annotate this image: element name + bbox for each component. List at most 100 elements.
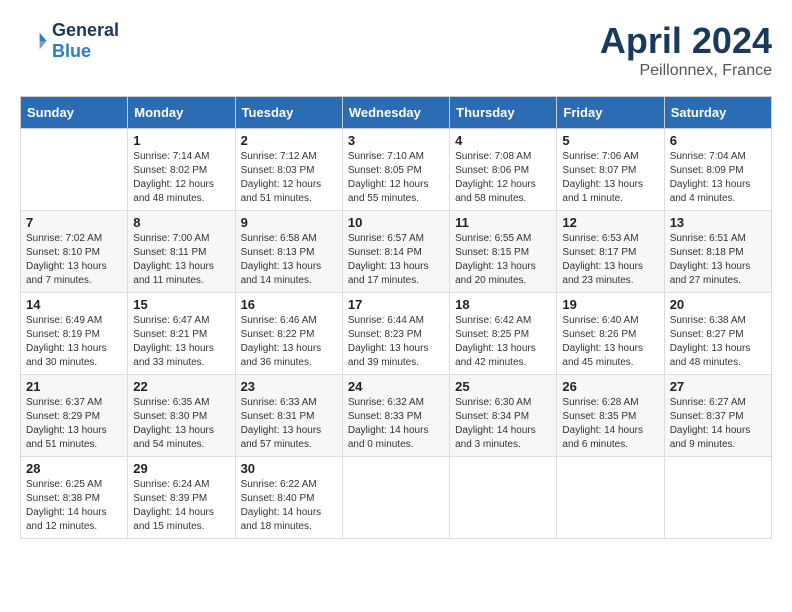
table-row bbox=[21, 129, 128, 211]
day-info: Sunrise: 6:25 AMSunset: 8:38 PMDaylight:… bbox=[26, 478, 122, 534]
day-info: Sunrise: 6:47 AMSunset: 8:21 PMDaylight:… bbox=[133, 314, 229, 370]
day-number: 10 bbox=[348, 215, 444, 230]
day-info: Sunrise: 6:42 AMSunset: 8:25 PMDaylight:… bbox=[455, 314, 551, 370]
table-row: 29 Sunrise: 6:24 AMSunset: 8:39 PMDayligh… bbox=[128, 457, 235, 539]
table-row: 25Sunrise: 6:30 AMSunset: 8:34 PMDayligh… bbox=[450, 375, 557, 457]
col-monday: Monday bbox=[128, 97, 235, 129]
table-row: 18 Sunrise: 6:42 AMSunset: 8:25 PMDayligh… bbox=[450, 293, 557, 375]
col-thursday: Thursday bbox=[450, 97, 557, 129]
day-number: 8 bbox=[133, 215, 229, 230]
day-number: 30 bbox=[241, 461, 337, 476]
table-row: 22 Sunrise: 6:35 AMSunset: 8:30 PMDayligh… bbox=[128, 375, 235, 457]
table-row: 20 Sunrise: 6:38 AMSunset: 8:27 PMDayligh… bbox=[664, 293, 771, 375]
day-number: 14 bbox=[26, 297, 122, 312]
day-number: 13 bbox=[670, 215, 766, 230]
calendar-week-row: 28 Sunrise: 6:25 AMSunset: 8:38 PMDayligh… bbox=[21, 457, 772, 539]
day-number: 20 bbox=[670, 297, 766, 312]
day-info: Sunrise: 6:24 AMSunset: 8:39 PMDaylight:… bbox=[133, 478, 229, 534]
day-number: 18 bbox=[455, 297, 551, 312]
day-info: Sunrise: 7:06 AMSunset: 8:07 PMDaylight:… bbox=[562, 150, 658, 206]
day-number: 19 bbox=[562, 297, 658, 312]
title-section: April 2024 Peillonnex, France bbox=[600, 20, 772, 80]
table-row: 5Sunrise: 7:06 AMSunset: 8:07 PMDaylight… bbox=[557, 129, 664, 211]
day-info: Sunrise: 6:49 AMSunset: 8:19 PMDaylight:… bbox=[26, 314, 122, 370]
day-number: 1 bbox=[133, 133, 229, 148]
table-row: 13Sunrise: 6:51 AMSunset: 8:18 PMDayligh… bbox=[664, 211, 771, 293]
table-row: 16 Sunrise: 6:46 AMSunset: 8:22 PMDayligh… bbox=[235, 293, 342, 375]
table-row: 10 Sunrise: 6:57 AMSunset: 8:14 PMDayligh… bbox=[342, 211, 449, 293]
table-row: 1 Sunrise: 7:14 AMSunset: 8:02 PMDaylight… bbox=[128, 129, 235, 211]
table-row: 23Sunrise: 6:33 AMSunset: 8:31 PMDayligh… bbox=[235, 375, 342, 457]
logo-text-blue: Blue bbox=[52, 41, 119, 62]
day-number: 12 bbox=[562, 215, 658, 230]
table-row: 28 Sunrise: 6:25 AMSunset: 8:38 PMDayligh… bbox=[21, 457, 128, 539]
day-info: Sunrise: 6:44 AMSunset: 8:23 PMDaylight:… bbox=[348, 314, 444, 370]
table-row: 19 Sunrise: 6:40 AMSunset: 8:26 PMDayligh… bbox=[557, 293, 664, 375]
day-info: Sunrise: 6:40 AMSunset: 8:26 PMDaylight:… bbox=[562, 314, 658, 370]
day-info: Sunrise: 6:53 AMSunset: 8:17 PMDaylight:… bbox=[562, 232, 658, 288]
table-row: 4Sunrise: 7:08 AMSunset: 8:06 PMDaylight… bbox=[450, 129, 557, 211]
table-row: 9 Sunrise: 6:58 AMSunset: 8:13 PMDaylight… bbox=[235, 211, 342, 293]
col-sunday: Sunday bbox=[21, 97, 128, 129]
table-row: 17 Sunrise: 6:44 AMSunset: 8:23 PMDayligh… bbox=[342, 293, 449, 375]
calendar-week-row: 21Sunrise: 6:37 AMSunset: 8:29 PMDayligh… bbox=[21, 375, 772, 457]
location: Peillonnex, France bbox=[600, 62, 772, 80]
table-row bbox=[557, 457, 664, 539]
day-info: Sunrise: 6:38 AMSunset: 8:27 PMDaylight:… bbox=[670, 314, 766, 370]
day-info: Sunrise: 6:22 AMSunset: 8:40 PMDaylight:… bbox=[241, 478, 337, 534]
day-number: 28 bbox=[26, 461, 122, 476]
day-number: 6 bbox=[670, 133, 766, 148]
day-number: 3 bbox=[348, 133, 444, 148]
day-number: 29 bbox=[133, 461, 229, 476]
logo-text-general: General bbox=[52, 20, 119, 41]
col-tuesday: Tuesday bbox=[235, 97, 342, 129]
table-row: 14 Sunrise: 6:49 AMSunset: 8:19 PMDayligh… bbox=[21, 293, 128, 375]
day-number: 22 bbox=[133, 379, 229, 394]
calendar-table: Sunday Monday Tuesday Wednesday Thursday… bbox=[20, 96, 772, 539]
table-row: 3 Sunrise: 7:10 AMSunset: 8:05 PMDaylight… bbox=[342, 129, 449, 211]
col-wednesday: Wednesday bbox=[342, 97, 449, 129]
day-number: 9 bbox=[241, 215, 337, 230]
table-row bbox=[450, 457, 557, 539]
day-info: Sunrise: 6:57 AMSunset: 8:14 PMDaylight:… bbox=[348, 232, 444, 288]
logo-icon bbox=[20, 27, 48, 55]
day-info: Sunrise: 6:58 AMSunset: 8:13 PMDaylight:… bbox=[241, 232, 337, 288]
day-number: 23 bbox=[241, 379, 337, 394]
table-row: 30 Sunrise: 6:22 AMSunset: 8:40 PMDayligh… bbox=[235, 457, 342, 539]
day-info: Sunrise: 6:27 AMSunset: 8:37 PMDaylight:… bbox=[670, 396, 766, 452]
day-number: 17 bbox=[348, 297, 444, 312]
table-row bbox=[342, 457, 449, 539]
table-row: 2Sunrise: 7:12 AMSunset: 8:03 PMDaylight… bbox=[235, 129, 342, 211]
table-row: 11 Sunrise: 6:55 AMSunset: 8:15 PMDayligh… bbox=[450, 211, 557, 293]
table-row: 8 Sunrise: 7:00 AMSunset: 8:11 PMDaylight… bbox=[128, 211, 235, 293]
table-row: 24 Sunrise: 6:32 AMSunset: 8:33 PMDayligh… bbox=[342, 375, 449, 457]
logo: General Blue bbox=[20, 20, 119, 62]
calendar-header-row: Sunday Monday Tuesday Wednesday Thursday… bbox=[21, 97, 772, 129]
table-row: 12 Sunrise: 6:53 AMSunset: 8:17 PMDayligh… bbox=[557, 211, 664, 293]
day-number: 7 bbox=[26, 215, 122, 230]
day-number: 15 bbox=[133, 297, 229, 312]
day-info: Sunrise: 6:46 AMSunset: 8:22 PMDaylight:… bbox=[241, 314, 337, 370]
table-row bbox=[664, 457, 771, 539]
table-row: 26Sunrise: 6:28 AMSunset: 8:35 PMDayligh… bbox=[557, 375, 664, 457]
day-number: 24 bbox=[348, 379, 444, 394]
day-info: Sunrise: 7:14 AMSunset: 8:02 PMDaylight:… bbox=[133, 150, 229, 206]
day-info: Sunrise: 6:35 AMSunset: 8:30 PMDaylight:… bbox=[133, 396, 229, 452]
calendar-week-row: 14 Sunrise: 6:49 AMSunset: 8:19 PMDayligh… bbox=[21, 293, 772, 375]
table-row: 6 Sunrise: 7:04 AMSunset: 8:09 PMDaylight… bbox=[664, 129, 771, 211]
day-number: 11 bbox=[455, 215, 551, 230]
day-info: Sunrise: 6:30 AMSunset: 8:34 PMDaylight:… bbox=[455, 396, 551, 452]
month-title: April 2024 bbox=[600, 20, 772, 62]
day-number: 21 bbox=[26, 379, 122, 394]
day-info: Sunrise: 7:12 AMSunset: 8:03 PMDaylight:… bbox=[241, 150, 337, 206]
day-info: Sunrise: 7:04 AMSunset: 8:09 PMDaylight:… bbox=[670, 150, 766, 206]
day-number: 27 bbox=[670, 379, 766, 394]
day-info: Sunrise: 7:10 AMSunset: 8:05 PMDaylight:… bbox=[348, 150, 444, 206]
day-info: Sunrise: 7:02 AMSunset: 8:10 PMDaylight:… bbox=[26, 232, 122, 288]
day-info: Sunrise: 6:55 AMSunset: 8:15 PMDaylight:… bbox=[455, 232, 551, 288]
day-info: Sunrise: 6:32 AMSunset: 8:33 PMDaylight:… bbox=[348, 396, 444, 452]
table-row: 27 Sunrise: 6:27 AMSunset: 8:37 PMDayligh… bbox=[664, 375, 771, 457]
col-friday: Friday bbox=[557, 97, 664, 129]
day-info: Sunrise: 7:00 AMSunset: 8:11 PMDaylight:… bbox=[133, 232, 229, 288]
day-number: 16 bbox=[241, 297, 337, 312]
